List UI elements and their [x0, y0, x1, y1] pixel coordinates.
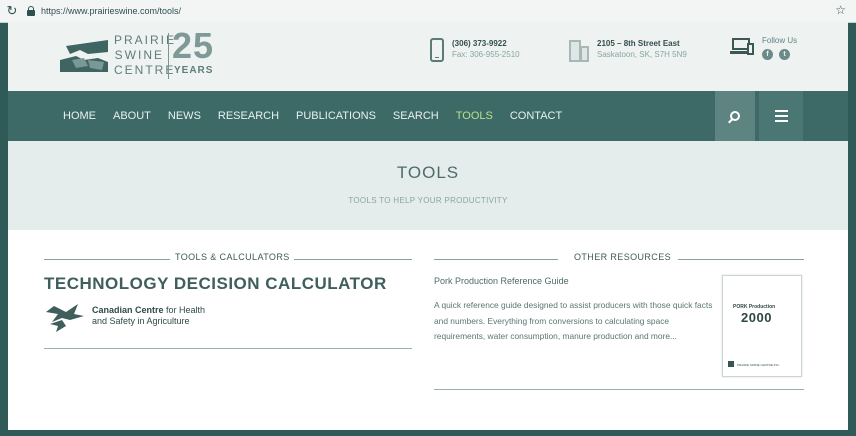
right-divider: [434, 389, 804, 390]
address-line2: Saskatoon, SK, S7H 5N9: [597, 50, 687, 59]
address-line1: 2105 – 8th Street East: [597, 39, 680, 48]
resource-thumbnail[interactable]: PORK Production 2000 PRAIRIE SWINE CENTR…: [722, 275, 802, 377]
building-icon: [565, 38, 589, 62]
main-nav: HOME ABOUT NEWS RESEARCH PUBLICATIONS SE…: [8, 91, 848, 141]
resource-title[interactable]: Pork Production Reference Guide: [434, 276, 569, 286]
phone-icon: [430, 38, 444, 62]
menu-button[interactable]: [759, 91, 803, 141]
ccha-name-rest: for Health: [163, 305, 206, 315]
nav-home[interactable]: HOME: [63, 110, 96, 122]
search-button[interactable]: [715, 91, 755, 141]
site-header: PRAIRIE SWINE CENTRE 25 YEARS (306) 373-…: [8, 22, 848, 91]
fax-number: Fax: 306-955-2510: [452, 50, 520, 59]
resources-section-heading: OTHER RESOURCES: [434, 252, 804, 266]
page-title: TOOLS: [396, 163, 460, 182]
ccha-leaf-icon: [46, 304, 84, 332]
browser-toolbar: ↻ https://www.prairieswine.com/tools/ ☆: [0, 0, 856, 23]
nav-publications[interactable]: PUBLICATIONS: [296, 110, 376, 122]
logo-line-swine: SWINE: [114, 48, 164, 62]
nav-tools[interactable]: TOOLS: [456, 110, 493, 122]
logo-anniversary-word: YEARS: [174, 65, 214, 76]
page-hero: TOOLS TOOLS TO HELP YOUR PRODUCTIVITY: [8, 141, 848, 230]
address-block: 2105 – 8th Street East Saskatoon, SK, S7…: [565, 38, 687, 62]
page-subtitle: TOOLS TO HELP YOUR PRODUCTIVITY: [348, 196, 508, 205]
phone-number[interactable]: (306) 373-9922: [452, 38, 520, 49]
logo-divider: [168, 33, 169, 79]
left-divider: [44, 348, 412, 349]
devices-icon: [730, 38, 754, 56]
twitter-icon[interactable]: t: [779, 49, 790, 60]
url-text[interactable]: https://www.prairieswine.com/tools/: [41, 6, 181, 16]
tools-calculators-heading: TOOLS & CALCULATORS: [175, 252, 290, 262]
nav-contact[interactable]: CONTACT: [510, 110, 562, 122]
phone-block: (306) 373-9922 Fax: 306-955-2510: [430, 38, 520, 62]
reload-icon[interactable]: ↻: [5, 4, 19, 18]
site-logo[interactable]: PRAIRIE SWINE CENTRE 25 YEARS: [58, 25, 258, 81]
logo-anniversary-number: 25: [172, 25, 215, 66]
thumb-year: 2000: [741, 310, 772, 325]
bookmark-star-icon[interactable]: ☆: [835, 3, 846, 17]
logo-mark-icon: [60, 40, 108, 72]
nav-search[interactable]: SEARCH: [393, 110, 439, 122]
thumb-logo-icon: [728, 361, 734, 367]
nav-about[interactable]: ABOUT: [113, 110, 151, 122]
tools-section-heading: TOOLS & CALCULATORS: [44, 252, 412, 266]
address-bar[interactable]: https://www.prairieswine.com/tools/: [27, 3, 181, 19]
logo-line-centre: CENTRE: [114, 63, 176, 77]
calculator-title[interactable]: TECHNOLOGY DECISION CALCULATOR: [44, 274, 387, 294]
lock-icon: [27, 6, 35, 16]
follow-us-label: Follow Us: [762, 36, 798, 45]
ccha-name-line2: and Safety in Agriculture: [92, 316, 190, 326]
nav-news[interactable]: NEWS: [168, 110, 201, 122]
other-resources-heading: OTHER RESOURCES: [574, 252, 672, 262]
resource-description: A quick reference guide designed to assi…: [434, 300, 713, 341]
ccha-name-bold: Canadian Centre: [92, 305, 164, 315]
nav-research[interactable]: RESEARCH: [218, 110, 279, 122]
logo-wordmark: PRAIRIE SWINE CENTRE: [114, 33, 177, 78]
facebook-icon[interactable]: f: [762, 49, 773, 60]
social-block: Follow Us f t: [730, 35, 797, 60]
thumb-publisher: PRAIRIE SWINE CENTRE INC.: [737, 363, 780, 367]
ccha-logo[interactable]: Canadian Centre for Health and Safety in…: [44, 302, 294, 334]
search-icon: [730, 111, 740, 121]
hamburger-icon: [774, 110, 788, 112]
logo-line-prairie: PRAIRIE: [114, 33, 177, 47]
